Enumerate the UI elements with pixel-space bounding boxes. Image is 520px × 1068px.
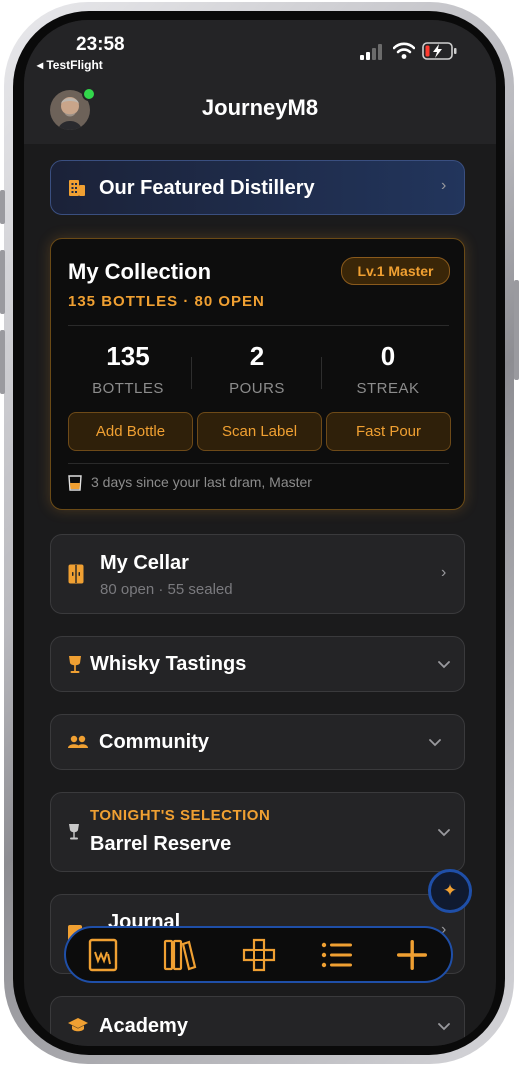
featured-distillery-button[interactable]: Our Featured Distillery › [50, 160, 465, 215]
academy-title: Academy [99, 1015, 188, 1037]
wifi-icon [393, 42, 415, 59]
people-icon [68, 735, 88, 748]
stat-separator [321, 357, 322, 389]
volume-down-button [0, 330, 5, 394]
building-icon [69, 180, 85, 196]
explore-tab-icon[interactable] [240, 936, 278, 974]
my-cellar-subtitle: 80 open · 55 sealed [100, 581, 233, 598]
list-tab-icon[interactable] [318, 936, 356, 974]
collection-divider [68, 325, 449, 326]
stat-streak-label: STREAK [356, 380, 420, 397]
stat-pours-label: POURS [229, 380, 285, 397]
app-screen: 23:58 ◂ TestFlight JourneyM8 Our Feature… [24, 20, 496, 1046]
collection-divider [68, 463, 449, 464]
tab-bar [64, 926, 453, 983]
status-time: 23:58 [76, 34, 125, 55]
ai-sparkle-button[interactable]: ✦ [428, 869, 472, 913]
stat-bottles-label: BOTTLES [92, 380, 164, 397]
chevron-down-icon [438, 829, 450, 837]
sparkles-icon: ✦ [442, 881, 458, 900]
chevron-right-icon: › [441, 564, 447, 581]
stat-streak-value: 0 [380, 341, 396, 371]
tonights-selection-eyebrow: TONIGHT'S SELECTION [90, 807, 271, 824]
wine-glass-icon [69, 824, 79, 840]
graduation-cap-icon [68, 1018, 88, 1032]
chevron-down-icon [429, 739, 441, 747]
battery-charging-icon [422, 42, 457, 60]
tonights-selection-title: Barrel Reserve [90, 833, 232, 855]
testflight-back-link[interactable]: ◂ TestFlight [37, 58, 103, 72]
app-title: JourneyM8 [201, 95, 319, 120]
journal-tab-icon[interactable] [84, 936, 122, 974]
power-button [514, 280, 519, 380]
whisky-glass-icon [68, 475, 82, 491]
volume-up-button [0, 250, 5, 314]
my-cellar-title: My Cellar [100, 552, 189, 574]
level-badge: Lv.1 Master [341, 257, 450, 285]
tonights-selection-row[interactable]: TONIGHT'S SELECTION Barrel Reserve [50, 792, 465, 872]
whisky-tastings-title: Whisky Tastings [90, 653, 247, 675]
wine-glass-icon [69, 656, 81, 673]
last-dram-note: 3 days since your last dram, Master [91, 474, 312, 490]
chevron-down-icon [438, 661, 450, 669]
collection-summary: 135 BOTTLES · 80 OPEN [68, 293, 265, 310]
fast-pour-button[interactable]: Fast Pour [326, 412, 451, 451]
community-row[interactable]: Community [50, 714, 465, 770]
community-title: Community [99, 731, 209, 753]
scan-label-button[interactable]: Scan Label [197, 412, 322, 451]
stat-bottles-value: 135 [106, 341, 150, 371]
cabinet-icon [68, 564, 84, 584]
my-collection-card: My Collection 135 BOTTLES · 80 OPEN Lv.1… [50, 238, 465, 510]
collection-title: My Collection [68, 259, 212, 284]
academy-row[interactable]: Academy [50, 996, 465, 1046]
featured-distillery-label: Our Featured Distillery [99, 177, 315, 199]
add-tab-icon[interactable] [393, 936, 431, 974]
chevron-down-icon [438, 1023, 450, 1031]
chevron-right-icon: › [441, 177, 447, 194]
whisky-tastings-row[interactable]: Whisky Tastings [50, 636, 465, 692]
cellular-signal-icon [360, 44, 382, 60]
my-cellar-row[interactable]: My Cellar 80 open · 55 sealed › [50, 534, 465, 614]
add-bottle-button[interactable]: Add Bottle [68, 412, 193, 451]
library-tab-icon[interactable] [160, 936, 198, 974]
silent-switch [0, 190, 5, 224]
stat-pours-value: 2 [249, 341, 265, 371]
